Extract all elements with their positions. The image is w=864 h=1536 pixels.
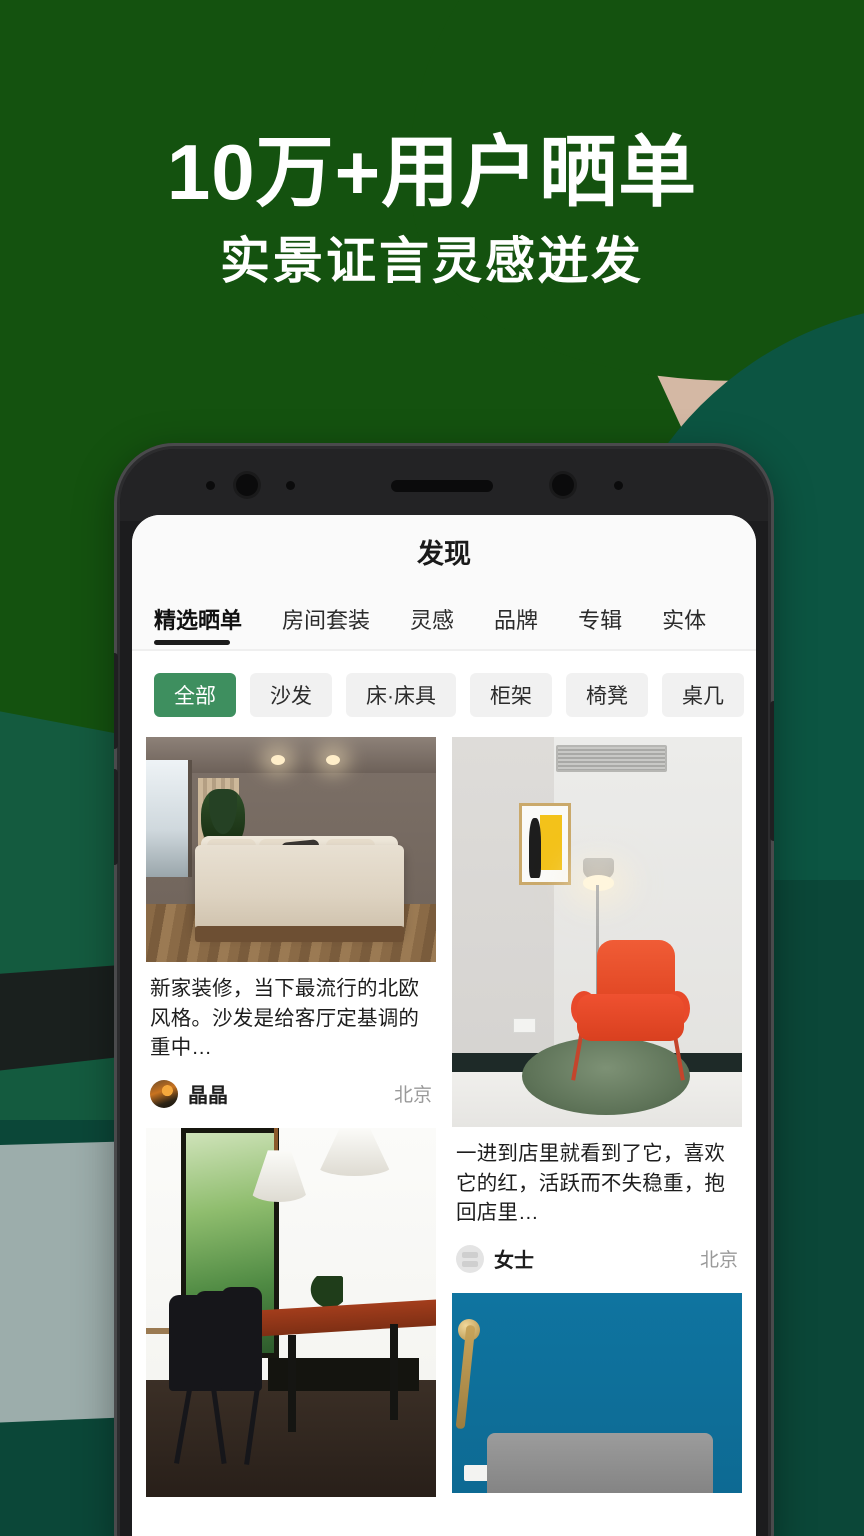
author-name: 女士 bbox=[494, 1250, 534, 1273]
earpiece-speaker-icon bbox=[391, 480, 493, 492]
sensor-dot-icon bbox=[206, 481, 215, 490]
chip-all[interactable]: 全部 bbox=[154, 673, 236, 717]
promo-stage: 10万+用户晒单 实景证言灵感迸发 发现 精选晒单 房间套装 灵感 品牌 专辑 … bbox=[0, 0, 864, 1536]
chip-chair[interactable]: 椅凳 bbox=[566, 673, 648, 717]
power-button[interactable] bbox=[770, 701, 774, 841]
card-image-dining-room[interactable] bbox=[146, 1128, 436, 1497]
promo-headline: 10万+用户晒单 bbox=[166, 128, 698, 216]
tab-brands[interactable]: 品牌 bbox=[494, 603, 560, 649]
volume-down-button[interactable] bbox=[114, 769, 118, 865]
page-title: 发现 bbox=[132, 515, 756, 587]
card-meta: 晶晶 北京 bbox=[146, 1063, 436, 1112]
phone-screen: 发现 精选晒单 房间套装 灵感 品牌 专辑 实体 全部 沙发 床·床具 柜架 椅… bbox=[132, 515, 756, 1536]
location-label: 北京 bbox=[699, 1250, 738, 1272]
secondary-camera-icon bbox=[552, 474, 574, 496]
light-sensor-icon bbox=[614, 481, 623, 490]
avatar[interactable] bbox=[150, 1079, 178, 1108]
feed-card-dining[interactable] bbox=[146, 1128, 436, 1497]
feed-card-bedroom[interactable] bbox=[452, 1293, 742, 1494]
phone-body: 发现 精选晒单 房间套装 灵感 品牌 专辑 实体 全部 沙发 床·床具 柜架 椅… bbox=[120, 449, 768, 1536]
feed-grid: 新家装修，当下最流行的北欧风格。沙发是给客厅定基调的重中… 晶晶 北京 一进到店… bbox=[132, 737, 756, 1497]
location-label: 北京 bbox=[393, 1085, 432, 1107]
sofa-room-photo bbox=[146, 737, 436, 962]
chair-corner-photo bbox=[452, 737, 742, 1127]
tab-featured[interactable]: 精选晒单 bbox=[154, 603, 264, 649]
chip-table[interactable]: 桌几 bbox=[662, 673, 744, 717]
phone-bezel-top bbox=[120, 449, 768, 521]
volume-up-button[interactable] bbox=[114, 653, 118, 749]
chip-cabinet[interactable]: 柜架 bbox=[470, 673, 552, 717]
category-filter-row[interactable]: 全部 沙发 床·床具 柜架 椅凳 桌几 灯 bbox=[132, 651, 756, 737]
blue-bedroom-photo bbox=[452, 1293, 742, 1494]
chip-sofa[interactable]: 沙发 bbox=[250, 673, 332, 717]
tab-albums[interactable]: 专辑 bbox=[578, 603, 644, 649]
author-name: 晶晶 bbox=[188, 1085, 228, 1108]
feed-card-sofa[interactable]: 新家装修，当下最流行的北欧风格。沙发是给客厅定基调的重中… 晶晶 北京 bbox=[146, 737, 436, 1113]
card-image-sofa-room[interactable] bbox=[146, 737, 436, 962]
feed-card-chair[interactable]: 一进到店里就看到了它，喜欢它的红，活跃而不失稳重，抱回店里… 女士 北京 bbox=[452, 737, 742, 1278]
promo-text-block: 10万+用户晒单 实景证言灵感迸发 bbox=[0, 128, 864, 289]
card-caption: 新家装修，当下最流行的北欧风格。沙发是给客厅定基调的重中… bbox=[150, 977, 420, 1060]
card-author-block[interactable]: 晶晶 bbox=[150, 1079, 228, 1108]
feed-column-left: 新家装修，当下最流行的北欧风格。沙发是给客厅定基调的重中… 晶晶 北京 bbox=[146, 737, 436, 1497]
card-caption: 一进到店里就看到了它，喜欢它的红，活跃而不失稳重，抱回店里… bbox=[456, 1142, 726, 1225]
feed-column-right: 一进到店里就看到了它，喜欢它的红，活跃而不失稳重，抱回店里… 女士 北京 bbox=[452, 737, 742, 1497]
card-author-block[interactable]: 女士 bbox=[456, 1244, 534, 1273]
front-camera-icon bbox=[236, 474, 258, 496]
chip-bed[interactable]: 床·床具 bbox=[346, 673, 456, 717]
card-meta: 女士 北京 bbox=[452, 1228, 742, 1277]
tab-bar[interactable]: 精选晒单 房间套装 灵感 品牌 专辑 实体 bbox=[132, 587, 756, 649]
tab-stores[interactable]: 实体 bbox=[662, 603, 728, 649]
tab-room-sets[interactable]: 房间套装 bbox=[282, 603, 392, 649]
tab-inspiration[interactable]: 灵感 bbox=[410, 603, 476, 649]
card-image-blue-bedroom[interactable] bbox=[452, 1293, 742, 1494]
card-image-chair-corner[interactable] bbox=[452, 737, 742, 1127]
dining-room-photo bbox=[146, 1128, 436, 1497]
phone-mockup: 发现 精选晒单 房间套装 灵感 品牌 专辑 实体 全部 沙发 床·床具 柜架 椅… bbox=[114, 443, 774, 1536]
promo-subheadline: 实景证言灵感迸发 bbox=[220, 232, 644, 289]
avatar[interactable] bbox=[456, 1244, 484, 1273]
proximity-sensor-icon bbox=[286, 481, 295, 490]
